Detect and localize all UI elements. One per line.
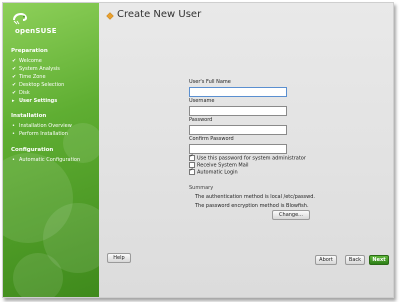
full-name-label: User's Full Name	[189, 79, 231, 85]
abort-button[interactable]: Abort	[315, 255, 337, 265]
step-user-settings: ▸ User Settings	[12, 98, 58, 104]
installer-window: openSUSE Preparation ✔ Welcome ✔ System An…	[2, 2, 394, 298]
encryption-method-text: The password encryption method is Blowfi…	[195, 203, 309, 209]
section-title-installation: Installation	[11, 113, 47, 119]
password-input[interactable]	[189, 125, 287, 135]
username-label: Username	[189, 98, 215, 104]
bullet-icon: •	[12, 123, 15, 129]
checkmark-icon: ✔	[12, 66, 17, 72]
checkmark-icon: ✔	[12, 82, 17, 88]
auto-login-checkbox[interactable]	[189, 167, 195, 175]
auto-login-checkbox-row[interactable]: Automatic Login	[189, 167, 238, 176]
checkmark-icon: ✔	[12, 58, 17, 64]
summary-title: Summary	[189, 185, 214, 191]
brand-name: openSUSE	[15, 27, 57, 35]
auth-method-text: The authentication method is local /etc/…	[195, 194, 316, 200]
step-time-zone: ✔ Time Zone	[12, 74, 46, 80]
full-name-input[interactable]	[189, 87, 287, 97]
bullet-icon: •	[12, 131, 15, 137]
checkmark-icon: ✔	[12, 90, 17, 96]
step-automatic-configuration: • Automatic Configuration	[12, 157, 81, 163]
checkmark-icon: ✔	[12, 74, 17, 80]
step-welcome: ✔ Welcome	[12, 58, 42, 64]
step-disk: ✔ Disk	[12, 90, 30, 96]
auto-login-label: Automatic Login	[197, 169, 238, 176]
step-system-analysis: ✔ System Analysis	[12, 66, 60, 72]
confirm-password-input[interactable]	[189, 144, 287, 154]
back-button[interactable]: Back	[345, 255, 365, 265]
change-button[interactable]: Change...	[272, 210, 310, 220]
section-title-preparation: Preparation	[11, 48, 48, 54]
step-perform-installation: • Perform Installation	[12, 131, 68, 137]
admin-password-label: Use this password for system administrat…	[197, 155, 306, 162]
confirm-password-label: Confirm Password	[189, 136, 234, 142]
password-label: Password	[189, 117, 213, 123]
main-panel: Create New User User's Full Name Usernam…	[99, 3, 393, 297]
sidebar: openSUSE Preparation ✔ Welcome ✔ System An…	[3, 3, 99, 297]
admin-password-checkbox[interactable]	[189, 153, 195, 161]
admin-password-checkbox-row[interactable]: Use this password for system administrat…	[189, 153, 306, 162]
step-desktop-selection: ✔ Desktop Selection	[12, 82, 65, 88]
page-title: Create New User	[117, 9, 202, 20]
user-settings-icon	[106, 12, 114, 20]
section-title-configuration: Configuration	[11, 147, 54, 153]
help-button[interactable]: Help	[107, 253, 131, 263]
receive-mail-checkbox-row[interactable]: Receive System Mail	[189, 162, 249, 169]
chameleon-logo-icon	[13, 13, 27, 25]
receive-mail-label: Receive System Mail	[197, 162, 249, 169]
next-button[interactable]: Next	[369, 255, 389, 265]
bullet-icon: •	[12, 157, 15, 163]
decor-bubble	[13, 253, 63, 297]
current-step-arrow-icon: ▸	[12, 98, 15, 104]
username-input[interactable]	[189, 106, 287, 116]
step-installation-overview: • Installation Overview	[12, 123, 72, 129]
